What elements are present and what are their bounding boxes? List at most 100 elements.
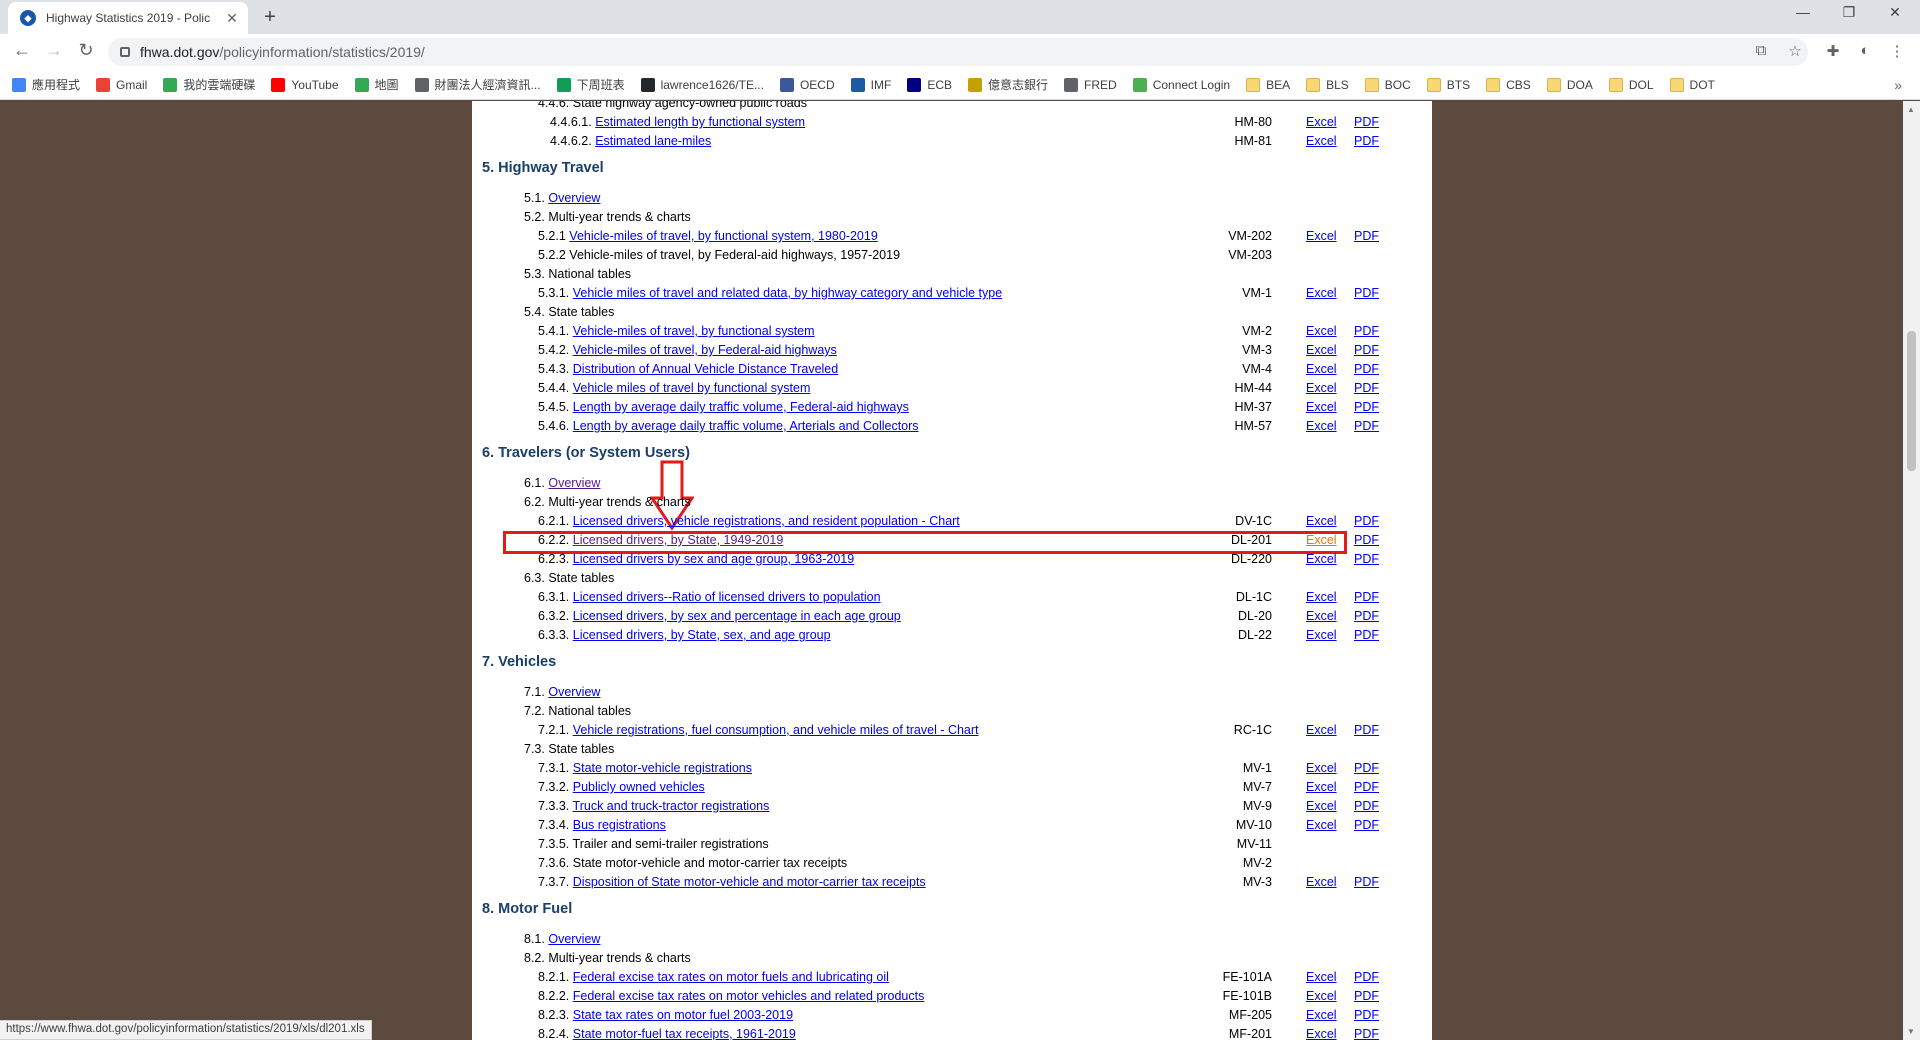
excel-link[interactable]: Excel	[1306, 780, 1337, 794]
pdf-link[interactable]: PDF	[1354, 419, 1379, 433]
forward-icon[interactable]: →	[42, 40, 66, 61]
excel-link[interactable]: Excel	[1306, 818, 1337, 832]
excel-link[interactable]: Excel	[1306, 875, 1337, 889]
excel-link[interactable]: Excel	[1306, 533, 1337, 547]
excel-link[interactable]: Excel	[1306, 324, 1337, 338]
pdf-link[interactable]: PDF	[1354, 989, 1379, 1003]
menu-icon[interactable]: ⋮	[1886, 42, 1908, 60]
pdf-link[interactable]: PDF	[1354, 324, 1379, 338]
excel-link[interactable]: Excel	[1306, 590, 1337, 604]
table-link[interactable]: Licensed drivers--Ratio of licensed driv…	[573, 590, 881, 604]
bookmark-item[interactable]: BOC	[1364, 77, 1411, 92]
pdf-link[interactable]: PDF	[1354, 134, 1379, 148]
bookmark-item[interactable]: lawrence1626/TE...	[640, 77, 764, 92]
table-link[interactable]: Overview	[548, 685, 600, 699]
excel-link[interactable]: Excel	[1306, 1027, 1337, 1040]
table-link[interactable]: State tax rates on motor fuel 2003-2019	[573, 1008, 793, 1022]
table-link[interactable]: Vehicle-miles of travel, by functional s…	[569, 229, 878, 243]
bookmark-item[interactable]: DOT	[1669, 77, 1715, 92]
close-window-icon[interactable]: ✕	[1872, 4, 1918, 21]
pdf-link[interactable]: PDF	[1354, 761, 1379, 775]
scroll-down-icon[interactable]: ▼	[1907, 1027, 1915, 1036]
bookmark-item[interactable]: BEA	[1246, 77, 1290, 92]
pdf-link[interactable]: PDF	[1354, 723, 1379, 737]
table-link[interactable]: Disposition of State motor-vehicle and m…	[573, 875, 926, 889]
table-link[interactable]: Length by average daily traffic volume, …	[573, 419, 919, 433]
excel-link[interactable]: Excel	[1306, 799, 1337, 813]
table-link[interactable]: Vehicle-miles of travel, by Federal-aid …	[573, 343, 837, 357]
table-link[interactable]: Vehicle miles of travel by functional sy…	[573, 381, 811, 395]
excel-link[interactable]: Excel	[1306, 134, 1337, 148]
excel-link[interactable]: Excel	[1306, 514, 1337, 528]
table-link[interactable]: Vehicle registrations, fuel consumption,…	[573, 723, 979, 737]
table-link[interactable]: Length by average daily traffic volume, …	[573, 400, 909, 414]
excel-link[interactable]: Excel	[1306, 343, 1337, 357]
table-link[interactable]: Federal excise tax rates on motor fuels …	[573, 970, 889, 984]
table-link[interactable]: Licensed drivers, vehicle registrations,…	[573, 514, 960, 528]
table-link[interactable]: Licensed drivers, by State, sex, and age…	[573, 628, 831, 642]
address-bar[interactable]: fhwa.dot.gov/policyinformation/statistic…	[108, 38, 1808, 66]
table-link[interactable]: Overview	[548, 932, 600, 946]
pdf-link[interactable]: PDF	[1354, 818, 1379, 832]
pdf-link[interactable]: PDF	[1354, 799, 1379, 813]
table-link[interactable]: Bus registrations	[573, 818, 666, 832]
excel-link[interactable]: Excel	[1306, 989, 1337, 1003]
pdf-link[interactable]: PDF	[1354, 286, 1379, 300]
excel-link[interactable]: Excel	[1306, 381, 1337, 395]
pdf-link[interactable]: PDF	[1354, 229, 1379, 243]
excel-link[interactable]: Excel	[1306, 970, 1337, 984]
bookmark-item[interactable]: Gmail	[96, 77, 147, 92]
bookmark-item[interactable]: 億意志銀行	[968, 76, 1048, 93]
bookmark-item[interactable]: 下周班表	[556, 76, 625, 93]
bookmark-item[interactable]: DOL	[1608, 77, 1654, 92]
table-link[interactable]: Vehicle miles of travel and related data…	[573, 286, 1002, 300]
more-bookmarks-icon[interactable]: »	[1894, 77, 1902, 93]
table-link[interactable]: Licensed drivers by sex and age group, 1…	[573, 552, 854, 566]
tab-close-icon[interactable]: ✕	[222, 10, 242, 27]
pdf-link[interactable]: PDF	[1354, 590, 1379, 604]
table-link[interactable]: Truck and truck-tractor registrations	[573, 799, 770, 813]
pdf-link[interactable]: PDF	[1354, 381, 1379, 395]
bookmark-item[interactable]: ECB	[907, 77, 952, 92]
pdf-link[interactable]: PDF	[1354, 115, 1379, 129]
maximize-icon[interactable]: ❐	[1826, 4, 1872, 21]
table-link[interactable]: Publicly owned vehicles	[573, 780, 705, 794]
bookmark-item[interactable]: CBS	[1486, 77, 1531, 92]
bookmark-item[interactable]: FRED	[1064, 77, 1117, 92]
table-link[interactable]: Overview	[548, 191, 600, 205]
table-link[interactable]: State motor-fuel tax receipts, 1961-2019	[573, 1027, 796, 1040]
table-link[interactable]: Licensed drivers, by State, 1949-2019	[573, 533, 784, 547]
excel-link[interactable]: Excel	[1306, 1008, 1337, 1022]
profile-avatar-icon[interactable]: ◐	[1854, 42, 1876, 59]
excel-link[interactable]: Excel	[1306, 115, 1337, 129]
excel-link[interactable]: Excel	[1306, 552, 1337, 566]
bookmark-item[interactable]: 應用程式	[12, 76, 80, 93]
bookmark-item[interactable]: YouTube	[271, 77, 339, 92]
pdf-link[interactable]: PDF	[1354, 514, 1379, 528]
pdf-link[interactable]: PDF	[1354, 343, 1379, 357]
table-link[interactable]: Federal excise tax rates on motor vehicl…	[573, 989, 925, 1003]
excel-link[interactable]: Excel	[1306, 628, 1337, 642]
browser-tab[interactable]: ◆ Highway Statistics 2019 - Polic ✕	[8, 2, 248, 34]
table-link[interactable]: Overview	[548, 476, 600, 490]
pdf-link[interactable]: PDF	[1354, 1027, 1379, 1040]
excel-link[interactable]: Excel	[1306, 609, 1337, 623]
bookmark-item[interactable]: BTS	[1426, 77, 1470, 92]
new-tab-icon[interactable]: +	[258, 6, 282, 29]
excel-link[interactable]: Excel	[1306, 362, 1337, 376]
pdf-link[interactable]: PDF	[1354, 780, 1379, 794]
vertical-scrollbar[interactable]: ▲ ▼	[1903, 101, 1920, 1040]
bookmark-item[interactable]: IMF	[850, 77, 891, 92]
minimize-icon[interactable]: —	[1780, 4, 1826, 20]
pdf-link[interactable]: PDF	[1354, 552, 1379, 566]
bookmark-star-icon[interactable]: ☆	[1784, 42, 1806, 60]
table-link[interactable]: Vehicle-miles of travel, by functional s…	[573, 324, 815, 338]
scroll-up-icon[interactable]: ▲	[1907, 105, 1915, 114]
pdf-link[interactable]: PDF	[1354, 875, 1379, 889]
excel-link[interactable]: Excel	[1306, 761, 1337, 775]
table-link[interactable]: Licensed drivers, by sex and percentage …	[573, 609, 901, 623]
bookmark-item[interactable]: DOA	[1546, 77, 1593, 92]
excel-link[interactable]: Excel	[1306, 400, 1337, 414]
scrollbar-thumb[interactable]	[1907, 331, 1916, 471]
bookmark-item[interactable]: OECD	[779, 77, 835, 92]
